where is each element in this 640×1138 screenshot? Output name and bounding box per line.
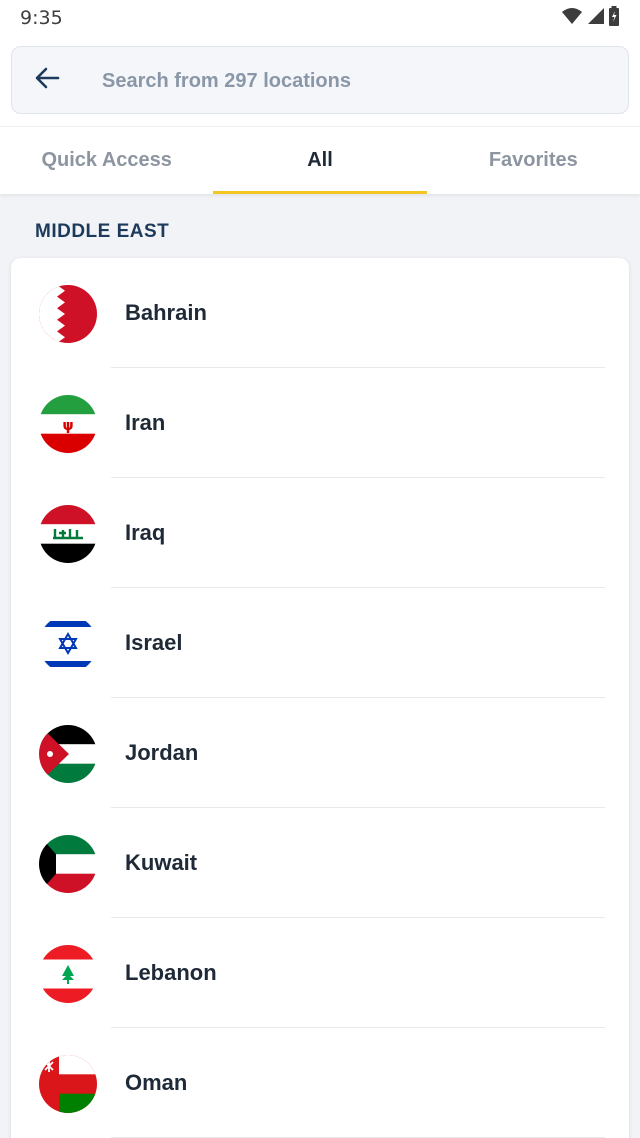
country-name: Israel [125, 630, 183, 655]
bahrain-flag-icon [39, 285, 97, 343]
svg-text:ψ: ψ [62, 418, 73, 434]
search-input[interactable] [102, 61, 602, 101]
country-name: Jordan [125, 740, 199, 765]
iraq-flag-icon [39, 505, 97, 563]
list-item-jordan[interactable]: Jordan [11, 698, 629, 808]
country-name: Bahrain [125, 300, 207, 325]
search-bar[interactable] [11, 46, 629, 114]
signal-icon [586, 7, 604, 30]
country-name: Kuwait [125, 850, 198, 875]
list-item-iran[interactable]: ψ Iran [11, 368, 629, 478]
arrow-left-icon [34, 66, 60, 95]
iran-flag-icon: ψ [39, 395, 97, 453]
oman-flag-icon [39, 1055, 97, 1113]
list-item-iraq[interactable]: Iraq [11, 478, 629, 588]
status-time: 9:35 [20, 7, 63, 29]
country-name: Iran [125, 410, 166, 435]
list-item-israel[interactable]: Israel [11, 588, 629, 698]
status-bar: 9:35 [0, 0, 640, 36]
country-name: Iraq [125, 520, 166, 545]
tab-quick-access[interactable]: Quick Access [0, 127, 213, 194]
israel-flag-icon [39, 615, 97, 673]
list-item-bahrain[interactable]: Bahrain [11, 258, 629, 368]
tab-all[interactable]: All [213, 127, 427, 194]
country-name: Lebanon [125, 960, 217, 985]
country-name: Oman [125, 1070, 188, 1095]
list-item-oman[interactable]: Oman [11, 1028, 629, 1138]
back-button[interactable] [32, 65, 62, 95]
jordan-flag-icon [39, 725, 97, 783]
kuwait-flag-icon [39, 835, 97, 893]
section-title: MIDDLE EAST [35, 221, 170, 242]
list-item-lebanon[interactable]: Lebanon [11, 918, 629, 1028]
country-list: Bahrain ψ Iran Iraq Israel Jordan Kuwait… [11, 258, 629, 1138]
battery-icon [608, 5, 620, 31]
lebanon-flag-icon [39, 945, 97, 1003]
status-icons [562, 5, 620, 31]
list-item-kuwait[interactable]: Kuwait [11, 808, 629, 918]
tab-favorites[interactable]: Favorites [427, 127, 640, 194]
tab-bar: Quick Access All Favorites [0, 126, 640, 194]
header [0, 36, 640, 126]
wifi-icon [562, 7, 582, 30]
